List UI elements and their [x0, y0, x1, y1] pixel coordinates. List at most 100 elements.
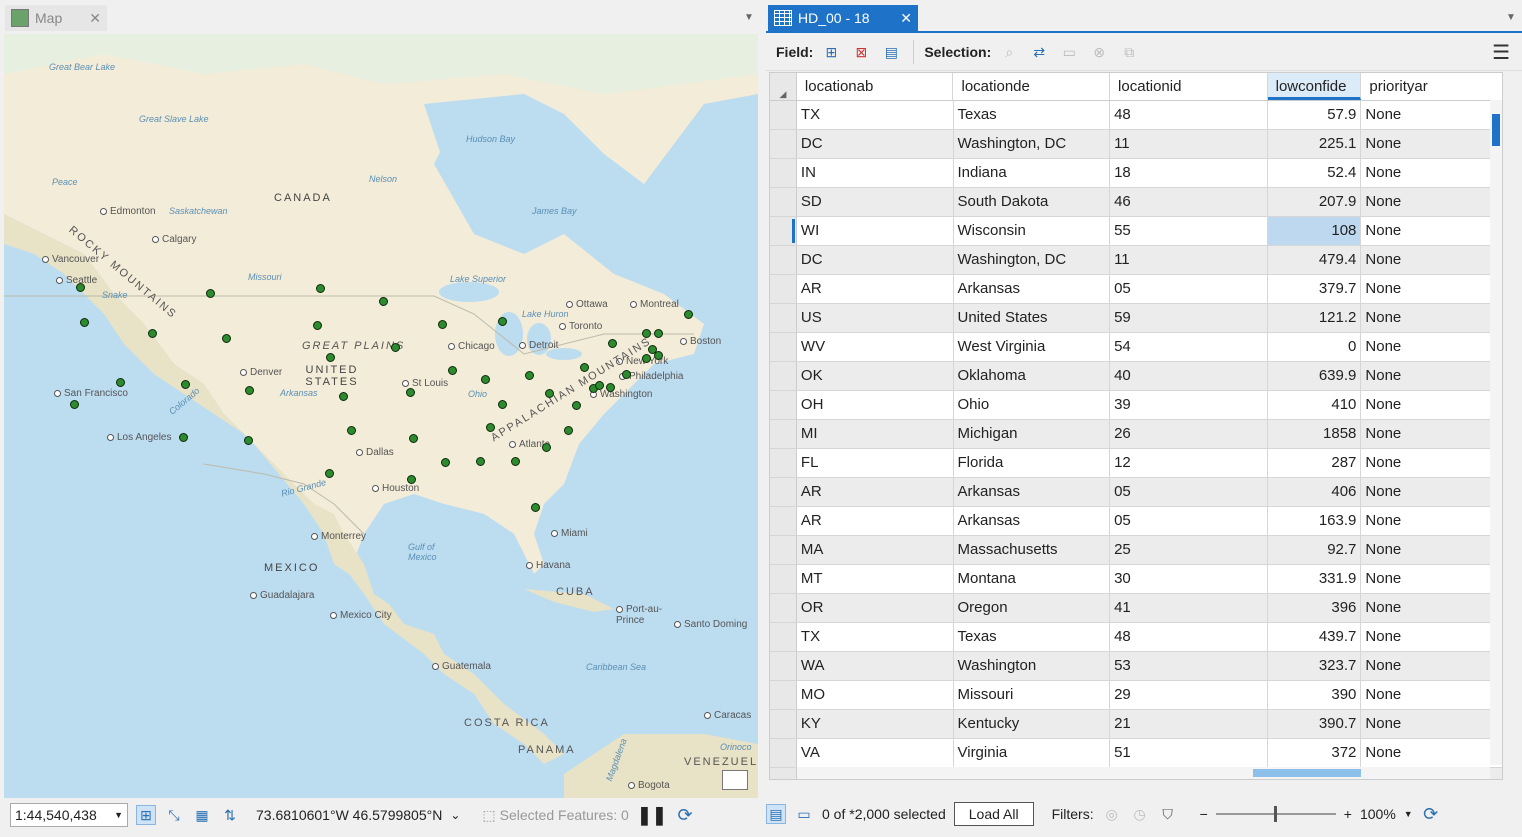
table-cell[interactable]: VA	[797, 739, 954, 767]
feature-point[interactable]	[222, 334, 231, 343]
table-cell[interactable]: WV	[797, 333, 954, 361]
row-selector[interactable]	[770, 420, 797, 448]
row-selector[interactable]	[770, 130, 797, 158]
table-row[interactable]: MI Michigan 26 1858 None	[770, 420, 1502, 449]
table-cell[interactable]: Texas	[954, 101, 1111, 129]
table-cell[interactable]: None	[1361, 478, 1502, 506]
feature-point[interactable]	[407, 475, 416, 484]
feature-point[interactable]	[441, 458, 450, 467]
table-cell[interactable]: 30	[1110, 565, 1268, 593]
table-cell[interactable]: 54	[1110, 333, 1268, 361]
feature-point[interactable]	[542, 443, 551, 452]
row-selector[interactable]	[770, 478, 797, 506]
table-cell[interactable]: None	[1361, 681, 1502, 709]
table-cell[interactable]: United States	[954, 304, 1111, 332]
table-cell[interactable]: Missouri	[954, 681, 1111, 709]
show-all-records-icon[interactable]: ▤	[766, 804, 786, 824]
table-cell[interactable]: 108	[1267, 217, 1362, 245]
table-cell[interactable]: KY	[797, 710, 954, 738]
feature-point[interactable]	[206, 289, 215, 298]
feature-point[interactable]	[448, 366, 457, 375]
feature-point[interactable]	[326, 353, 335, 362]
feature-point[interactable]	[545, 389, 554, 398]
zoom-slider[interactable]	[1215, 806, 1336, 822]
table-cell[interactable]: None	[1361, 623, 1502, 651]
filter-extent-icon[interactable]: ◎	[1102, 804, 1122, 824]
table-cell[interactable]: West Virginia	[954, 333, 1111, 361]
table-cell[interactable]: None	[1361, 391, 1502, 419]
table-cell[interactable]: WI	[797, 217, 954, 245]
feature-point[interactable]	[339, 392, 348, 401]
table-cell[interactable]: 51	[1110, 739, 1268, 767]
fixed-zoom-icon[interactable]: ⊞	[136, 805, 156, 825]
table-cell[interactable]: 410	[1268, 391, 1362, 419]
scale-selector[interactable]: 1:44,540,438 ▼	[10, 803, 128, 827]
map-view[interactable]: Great Bear Lake Great Slave Lake Hudson …	[4, 34, 758, 798]
table-row[interactable]: MA Massachusetts 25 92.7 None	[770, 536, 1502, 565]
row-selector[interactable]	[770, 739, 797, 767]
table-row[interactable]: KY Kentucky 21 390.7 None	[770, 710, 1502, 739]
table-cell[interactable]: 207.9	[1268, 188, 1362, 216]
table-cell[interactable]: 121.2	[1268, 304, 1362, 332]
chevron-down-icon[interactable]: ▼	[1506, 12, 1516, 23]
table-cell[interactable]: 25	[1110, 536, 1268, 564]
table-cell[interactable]: Oregon	[954, 594, 1111, 622]
table-cell[interactable]: None	[1361, 159, 1502, 187]
table-row[interactable]: TX Texas 48 439.7 None	[770, 623, 1502, 652]
table-cell[interactable]: None	[1361, 188, 1502, 216]
table-cell[interactable]: 55	[1110, 217, 1268, 245]
vertical-scrollbar[interactable]	[1490, 100, 1502, 765]
table-cell[interactable]: 05	[1110, 507, 1268, 535]
table-cell[interactable]: Arkansas	[954, 507, 1111, 535]
feature-point[interactable]	[476, 457, 485, 466]
load-all-button[interactable]: Load All	[953, 802, 1034, 826]
table-cell[interactable]: 29	[1110, 681, 1268, 709]
feature-point[interactable]	[409, 434, 418, 443]
table-row[interactable]: WA Washington 53 323.7 None	[770, 652, 1502, 681]
row-selector[interactable]	[770, 101, 797, 129]
row-selector[interactable]	[770, 217, 797, 245]
table-row[interactable]: WV West Virginia 54 0 None	[770, 333, 1502, 362]
row-selector[interactable]	[770, 449, 797, 477]
row-selector[interactable]	[770, 159, 797, 187]
row-selector[interactable]	[770, 246, 797, 274]
clear-selection-icon[interactable]: ▭	[1057, 41, 1081, 63]
feature-point[interactable]	[438, 320, 447, 329]
table-cell[interactable]: 26	[1110, 420, 1268, 448]
feature-point[interactable]	[498, 317, 507, 326]
snapping-icon[interactable]: ⤡	[164, 805, 184, 825]
table-cell[interactable]: 41	[1110, 594, 1268, 622]
table-row[interactable]: DC Washington, DC 11 225.1 None	[770, 130, 1502, 159]
table-cell[interactable]: None	[1361, 130, 1502, 158]
table-cell[interactable]: Texas	[954, 623, 1111, 651]
table-row[interactable]: DC Washington, DC 11 479.4 None	[770, 246, 1502, 275]
table-cell[interactable]: Ohio	[954, 391, 1111, 419]
navigation-constraint-icon[interactable]: ⇅	[220, 805, 240, 825]
selected-features[interactable]: ⬚ Selected Features: 0	[482, 807, 628, 824]
legend-icon[interactable]	[722, 770, 748, 790]
feature-point[interactable]	[486, 423, 495, 432]
table-cell[interactable]: Washington	[954, 652, 1111, 680]
table-cell[interactable]: Kentucky	[954, 710, 1111, 738]
feature-point[interactable]	[379, 297, 388, 306]
feature-point[interactable]	[325, 469, 334, 478]
feature-point[interactable]	[116, 378, 125, 387]
table-cell[interactable]: Florida	[954, 449, 1111, 477]
table-cell[interactable]: 05	[1110, 478, 1268, 506]
feature-point[interactable]	[642, 354, 651, 363]
chevron-down-icon[interactable]: ⌄	[450, 808, 460, 822]
table-cell[interactable]: None	[1361, 275, 1502, 303]
feature-point[interactable]	[313, 321, 322, 330]
row-selector[interactable]	[770, 507, 797, 535]
close-icon[interactable]: ✕	[900, 10, 912, 27]
table-cell[interactable]: OR	[797, 594, 954, 622]
table-cell[interactable]: 287	[1268, 449, 1362, 477]
table-cell[interactable]: TX	[797, 101, 954, 129]
table-row[interactable]: OR Oregon 41 396 None	[770, 594, 1502, 623]
table-cell[interactable]: 92.7	[1268, 536, 1362, 564]
row-selector[interactable]	[770, 391, 797, 419]
table-cell[interactable]: None	[1361, 333, 1502, 361]
feature-point[interactable]	[179, 433, 188, 442]
table-cell[interactable]: MI	[797, 420, 954, 448]
chevron-down-icon[interactable]: ▼	[744, 12, 754, 23]
